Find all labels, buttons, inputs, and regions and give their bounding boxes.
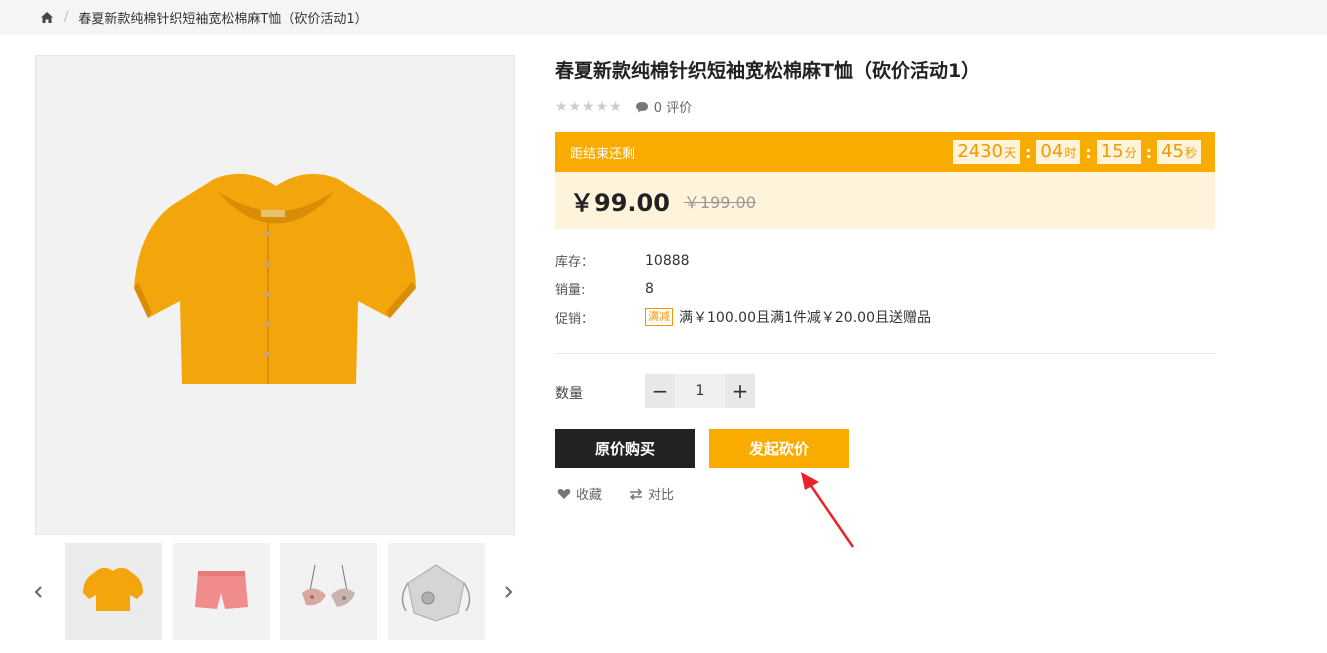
comment-icon xyxy=(635,101,648,112)
quantity-input[interactable] xyxy=(675,374,725,408)
compare-arrows-icon xyxy=(629,487,643,500)
thumbnail-shorts[interactable] xyxy=(173,543,270,640)
price-box: ￥99.00 ￥199.00 xyxy=(555,172,1215,229)
product-main-image xyxy=(35,55,515,535)
yellow-blouse-image xyxy=(134,173,416,384)
promo-text: 满￥100.00且满1件减￥20.00且送赠品 xyxy=(679,310,931,326)
home-icon[interactable] xyxy=(40,11,54,25)
promo-label: 促销： xyxy=(555,311,595,327)
hours-value: 04 xyxy=(1040,141,1064,162)
seconds-unit: 秒 xyxy=(1184,146,1197,160)
annotation-arrow-icon xyxy=(801,472,855,548)
stock-label: 库存： xyxy=(555,255,595,270)
start-bargain-button[interactable]: 发起砍价 xyxy=(709,429,849,468)
days-value: 2430 xyxy=(957,141,1003,162)
thumbnail-bikini[interactable] xyxy=(280,543,377,640)
countdown-bar: 距结束还剩 2430 天 : 04 时 : 15 分 : 45 秒 xyxy=(555,132,1215,172)
hours-unit: 时 xyxy=(1064,146,1077,160)
minutes-unit: 分 xyxy=(1124,146,1137,160)
stock-value: 10888 xyxy=(645,252,690,269)
original-price: ￥199.00 xyxy=(683,192,756,212)
timer-colon: : xyxy=(1145,142,1153,162)
current-price: ￥99.00 xyxy=(570,189,670,217)
countdown-hours: 04 时 xyxy=(1036,140,1081,164)
promo-row: 促销： 满减 满￥100.00且满1件减￥20.00且送赠品 xyxy=(555,307,931,327)
product-title: 春夏新款纯棉针织短袖宽松棉麻T恤（砍价活动1） xyxy=(555,60,981,82)
chevron-left-icon xyxy=(34,586,42,598)
bikini-thumbnail-image xyxy=(302,564,355,607)
timer-colon: : xyxy=(1085,142,1092,162)
quantity-label: 数量 xyxy=(555,386,583,402)
countdown-timer: 2430 天 : 04 时 : 15 分 : 45 秒 xyxy=(953,140,1201,164)
quantity-plus-button[interactable]: + xyxy=(725,374,755,408)
countdown-seconds: 45 秒 xyxy=(1157,140,1201,164)
divider xyxy=(555,353,1215,354)
breadcrumb: / 春夏新款纯棉针织短袖宽松棉麻T恤（砍价活动1） xyxy=(0,0,1327,35)
quantity-minus-button[interactable]: − xyxy=(645,374,675,408)
compare-button[interactable]: 对比 xyxy=(629,484,674,503)
buy-original-price-button[interactable]: 原价购买 xyxy=(555,429,695,468)
mask-thumbnail-image xyxy=(401,564,471,622)
quantity-stepper: − + xyxy=(645,374,755,408)
sales-value: 8 xyxy=(645,280,654,297)
countdown-label: 距结束还剩 xyxy=(570,146,636,162)
shorts-thumbnail-image xyxy=(195,571,248,609)
heart-icon xyxy=(557,488,571,499)
sales-row: 销量: 8 xyxy=(555,279,654,299)
thumbnail-next-button[interactable] xyxy=(500,580,516,604)
star-rating: ★★★★★ xyxy=(555,98,623,115)
thumbnail-mask[interactable] xyxy=(388,543,485,640)
favorite-label: 收藏 xyxy=(576,488,603,503)
countdown-days: 2430 天 xyxy=(953,140,1021,164)
seconds-value: 45 xyxy=(1161,141,1184,162)
compare-label: 对比 xyxy=(648,488,675,503)
favorite-button[interactable]: 收藏 xyxy=(557,484,602,503)
promo-tag: 满减 xyxy=(645,308,673,326)
countdown-minutes: 15 分 xyxy=(1096,140,1141,164)
rating-row: ★★★★★ 0 评价 xyxy=(555,97,692,117)
thumbnail-prev-button[interactable] xyxy=(31,580,47,604)
timer-colon: : xyxy=(1025,142,1032,162)
thumbnail-blouse[interactable] xyxy=(65,543,162,640)
breadcrumb-current: 春夏新款纯棉针织短袖宽松棉麻T恤（砍价活动1） xyxy=(78,12,368,27)
stock-row: 库存： 10888 xyxy=(555,251,690,271)
comment-count-link[interactable]: 0 评价 xyxy=(654,97,692,116)
chevron-right-icon xyxy=(505,586,513,598)
minutes-value: 15 xyxy=(1100,141,1124,162)
sales-label: 销量: xyxy=(555,283,586,298)
blouse-thumbnail-image xyxy=(83,567,143,611)
breadcrumb-separator: / xyxy=(64,10,69,25)
days-unit: 天 xyxy=(1004,146,1017,160)
